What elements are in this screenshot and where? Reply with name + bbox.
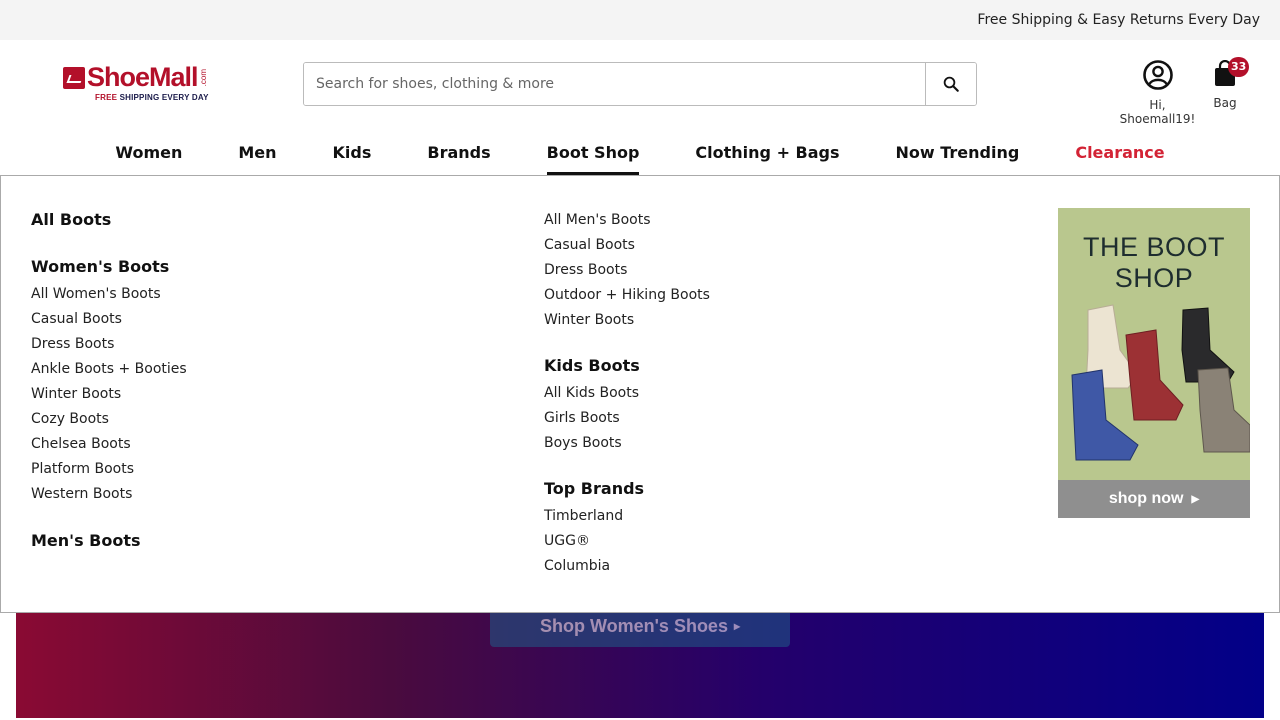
mens-link[interactable]: Winter Boots: [544, 308, 844, 333]
header: ShoeMall .com FREE SHIPPING EVERY DAY Hi…: [0, 40, 1280, 130]
womens-link[interactable]: Ankle Boots + Booties: [31, 357, 331, 382]
mens-link[interactable]: All Men's Boots: [544, 208, 844, 233]
mens-boots-list: All Men's Boots Casual Boots Dress Boots…: [544, 208, 844, 333]
kids-link[interactable]: Boys Boots: [544, 431, 844, 456]
boot-shop-mega-menu: All Boots Women's Boots All Women's Boot…: [0, 175, 1280, 613]
logo-wordmark: ShoeMall: [87, 62, 199, 92]
womens-boots-list: All Women's Boots Casual Boots Dress Boo…: [31, 282, 331, 507]
nav-women[interactable]: Women: [87, 130, 210, 175]
kids-link[interactable]: All Kids Boots: [544, 381, 844, 406]
account-circle-icon: [1142, 60, 1173, 90]
mens-boots-heading[interactable]: Men's Boots: [31, 531, 141, 550]
womens-link[interactable]: Platform Boots: [31, 457, 331, 482]
nav-clothing-bags[interactable]: Clothing + Bags: [667, 130, 867, 175]
boot-shop-promo-card[interactable]: THE BOOT SHOP shop now ▶: [1058, 208, 1250, 518]
kids-link[interactable]: Girls Boots: [544, 406, 844, 431]
kids-boots-heading[interactable]: Kids Boots: [544, 356, 640, 375]
shoemall-logo[interactable]: ShoeMall .com FREE SHIPPING EVERY DAY: [63, 64, 223, 108]
brand-link[interactable]: UGG®: [544, 529, 844, 554]
brand-link[interactable]: Columbia: [544, 554, 844, 579]
womens-link[interactable]: Cozy Boots: [31, 407, 331, 432]
nav-men[interactable]: Men: [210, 130, 304, 175]
mens-link[interactable]: Casual Boots: [544, 233, 844, 258]
hero-banner: Shop Women's Shoes ▸: [16, 600, 1264, 718]
hero-button-label: Shop Women's Shoes: [539, 615, 728, 636]
womens-link[interactable]: Dress Boots: [31, 332, 331, 357]
bag-link[interactable]: 33 Bag: [1206, 57, 1250, 110]
womens-link[interactable]: All Women's Boots: [31, 282, 331, 307]
all-boots-link[interactable]: All Boots: [31, 210, 111, 229]
caret-right-icon: ▸: [733, 619, 740, 633]
caret-right-icon: ▶: [1191, 493, 1200, 505]
search-button[interactable]: [925, 63, 976, 105]
womens-link[interactable]: Chelsea Boots: [31, 432, 331, 457]
nav-clearance[interactable]: Clearance: [1047, 130, 1192, 175]
womens-boots-heading[interactable]: Women's Boots: [31, 257, 169, 276]
nav-boot-shop[interactable]: Boot Shop: [519, 130, 668, 175]
brand-link[interactable]: Timberland: [544, 504, 844, 529]
kids-boots-list: All Kids Boots Girls Boots Boys Boots: [544, 381, 844, 456]
search-bar: [303, 62, 977, 106]
logo-com: .com: [198, 68, 208, 87]
top-brands-heading[interactable]: Top Brands: [544, 479, 644, 498]
account-link[interactable]: Hi, Shoemall19!: [1110, 60, 1205, 126]
search-icon: [943, 76, 959, 92]
boots-illustration: [1071, 304, 1250, 461]
mens-link[interactable]: Outdoor + Hiking Boots: [544, 283, 844, 308]
top-brands-list: Timberland UGG® Columbia: [544, 504, 844, 579]
promo-shop-now[interactable]: shop now ▶: [1058, 480, 1250, 518]
nav-now-trending[interactable]: Now Trending: [868, 130, 1048, 175]
bag-label: Bag: [1213, 96, 1237, 110]
search-input[interactable]: [304, 63, 925, 105]
womens-link[interactable]: Winter Boots: [31, 382, 331, 407]
womens-link[interactable]: Casual Boots: [31, 307, 331, 332]
nav-brands[interactable]: Brands: [399, 130, 518, 175]
main-nav: Women Men Kids Brands Boot Shop Clothing…: [0, 130, 1280, 175]
logo-mark-icon: [63, 66, 85, 89]
bag-count-badge: 33: [1228, 57, 1250, 77]
nav-kids[interactable]: Kids: [305, 130, 400, 175]
promo-bar: Free Shipping & Easy Returns Every Day: [0, 0, 1280, 40]
promo-bar-text: Free Shipping & Easy Returns Every Day: [977, 12, 1260, 28]
logo-tagline: FREE SHIPPING EVERY DAY: [95, 93, 209, 102]
mens-link[interactable]: Dress Boots: [544, 258, 844, 283]
womens-link[interactable]: Western Boots: [31, 482, 331, 507]
account-label: Hi, Shoemall19!: [1119, 98, 1196, 126]
